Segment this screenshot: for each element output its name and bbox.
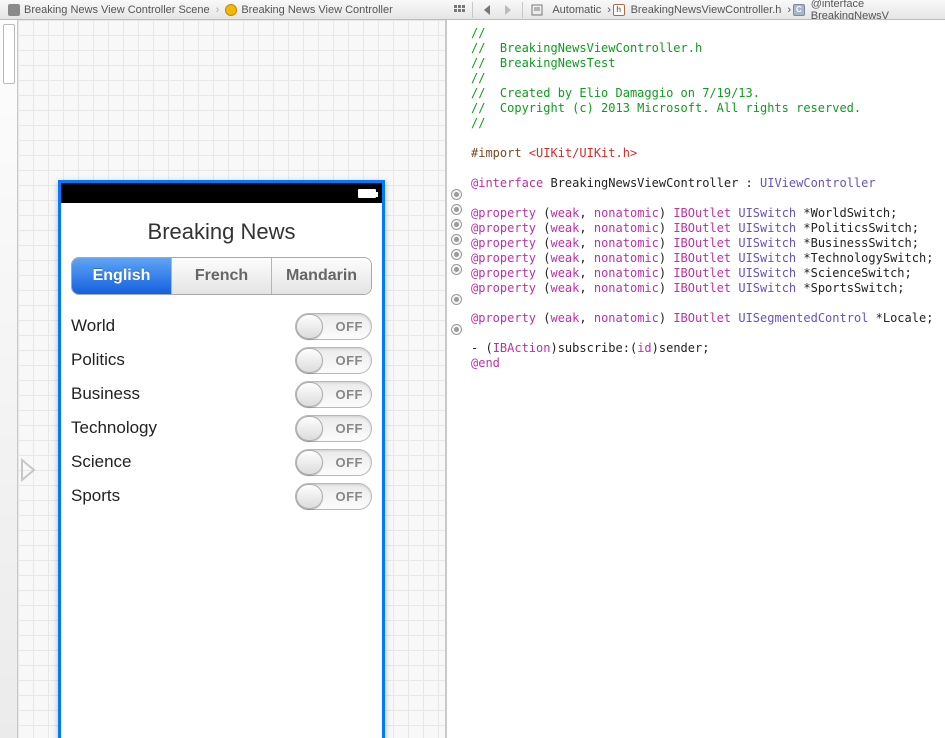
connection-gutter — [447, 20, 467, 738]
chevron-right-icon: › — [607, 4, 611, 16]
row-world: World OFF — [71, 309, 372, 343]
chevron-right-icon: › — [214, 4, 222, 16]
action-connector-icon[interactable] — [451, 324, 462, 335]
row-label: Science — [71, 452, 131, 472]
assistant-symbol-label[interactable]: @interface BreakingNewsV — [807, 0, 945, 22]
segment-english[interactable]: English — [72, 258, 172, 294]
class-symbol-icon: C — [793, 4, 805, 16]
switch-technology[interactable]: OFF — [295, 415, 372, 442]
header-file-icon: h — [613, 4, 625, 16]
code-editor[interactable]: // // BreakingNewsViewController.h // Br… — [447, 20, 945, 738]
storyboard-canvas[interactable]: Breaking News English French Mandarin Wo… — [18, 20, 445, 738]
outlet-connector-icon[interactable] — [451, 189, 462, 200]
row-business: Business OFF — [71, 377, 372, 411]
row-label: Politics — [71, 350, 125, 370]
switch-off-text: OFF — [336, 353, 364, 368]
row-science: Science OFF — [71, 445, 372, 479]
back-button[interactable] — [477, 2, 496, 18]
switch-off-text: OFF — [336, 455, 364, 470]
status-bar — [61, 183, 382, 203]
breadcrumb-controller[interactable]: Breaking News View Controller — [221, 4, 396, 16]
outlet-connector-icon[interactable] — [451, 294, 462, 305]
breadcrumb-scene[interactable]: Breaking News View Controller Scene — [4, 4, 214, 16]
breadcrumb-scene-label: Breaking News View Controller Scene — [24, 4, 210, 16]
switch-sports[interactable]: OFF — [295, 483, 372, 510]
switch-off-text: OFF — [336, 319, 364, 334]
row-label: World — [71, 316, 115, 336]
outlet-connector-icon[interactable] — [451, 219, 462, 230]
battery-icon — [358, 189, 376, 198]
breadcrumb-controller-label: Breaking News View Controller — [241, 4, 392, 16]
outline-expand-handle[interactable] — [18, 455, 38, 485]
storyboard-breadcrumb: Breaking News View Controller Scene › Br… — [0, 0, 445, 20]
related-items-button[interactable] — [449, 2, 468, 18]
assistant-file-label[interactable]: BreakingNewsViewController.h — [627, 4, 786, 16]
assistant-editor-toolbar: Automatic › h BreakingNewsViewController… — [445, 0, 945, 20]
app-title: Breaking News — [71, 219, 372, 245]
row-sports: Sports OFF — [71, 479, 372, 513]
switch-world[interactable]: OFF — [295, 313, 372, 340]
switch-off-text: OFF — [336, 387, 364, 402]
forward-button[interactable] — [499, 2, 518, 18]
row-label: Business — [71, 384, 140, 404]
row-label: Sports — [71, 486, 120, 506]
locale-segmented-control[interactable]: English French Mandarin — [71, 257, 372, 295]
document-outline-strip — [0, 20, 18, 738]
switch-politics[interactable]: OFF — [295, 347, 372, 374]
assistant-mode-label[interactable]: Automatic — [548, 4, 605, 16]
outlet-connector-icon[interactable] — [451, 204, 462, 215]
switch-off-text: OFF — [336, 489, 364, 504]
segment-french[interactable]: French — [172, 258, 272, 294]
outlet-connector-icon[interactable] — [451, 249, 462, 260]
switch-business[interactable]: OFF — [295, 381, 372, 408]
viewcontroller-icon — [225, 4, 237, 16]
row-label: Technology — [71, 418, 157, 438]
scene-icon — [8, 4, 20, 16]
chevron-right-icon: › — [787, 4, 791, 16]
code-text[interactable]: // // BreakingNewsViewController.h // Br… — [467, 20, 945, 738]
iphone-preview[interactable]: Breaking News English French Mandarin Wo… — [58, 180, 385, 738]
switch-off-text: OFF — [336, 421, 364, 436]
segment-mandarin[interactable]: Mandarin — [272, 258, 371, 294]
switch-science[interactable]: OFF — [295, 449, 372, 476]
outlet-connector-icon[interactable] — [451, 234, 462, 245]
row-technology: Technology OFF — [71, 411, 372, 445]
outlet-connector-icon[interactable] — [451, 264, 462, 275]
counterparts-icon[interactable] — [527, 2, 546, 18]
row-politics: Politics OFF — [71, 343, 372, 377]
document-outline-thumb[interactable] — [3, 24, 15, 84]
